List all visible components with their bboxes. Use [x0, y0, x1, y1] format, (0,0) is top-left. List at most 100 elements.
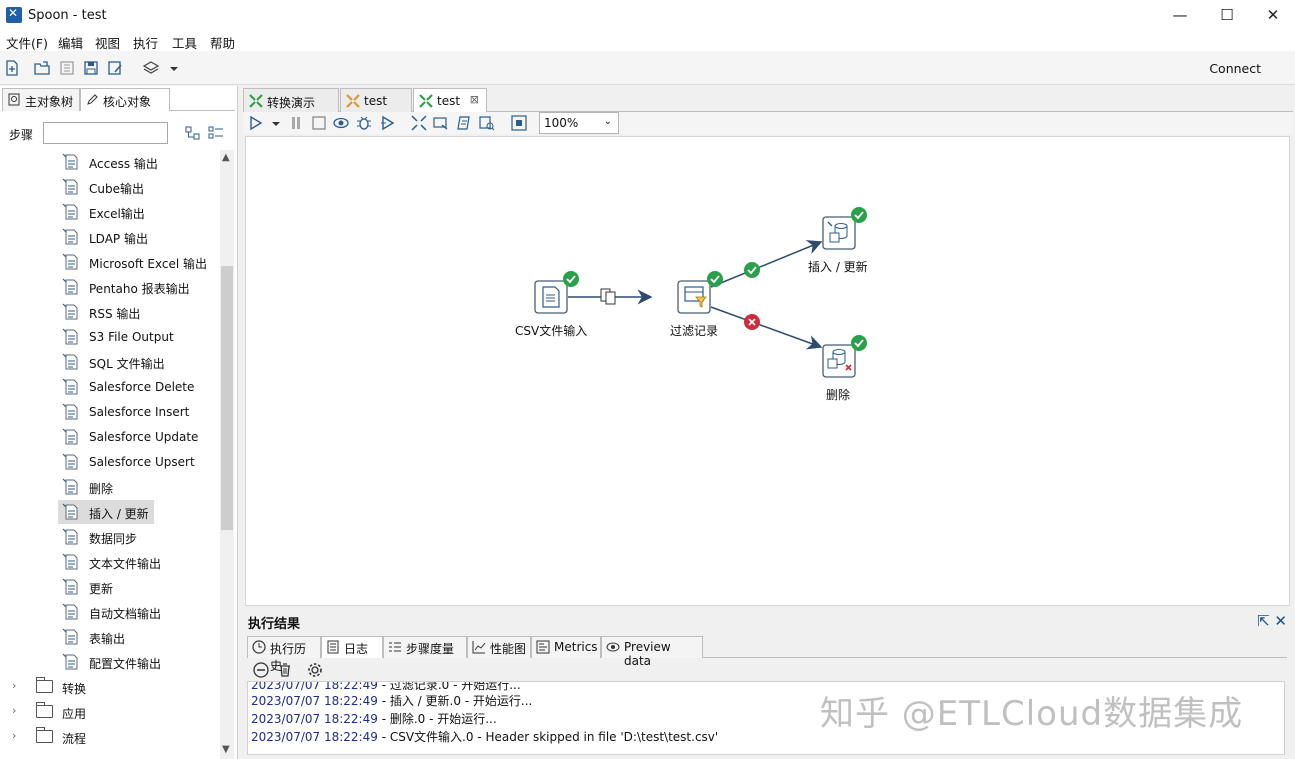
steps-search-input[interactable] — [43, 122, 168, 144]
list-item[interactable]: S3 File Output — [58, 325, 214, 349]
save-icon[interactable] — [83, 60, 99, 76]
tab-logging[interactable]: 日志 — [321, 636, 383, 658]
csv-input-node[interactable] — [534, 271, 579, 314]
filter-rows-node[interactable] — [677, 271, 723, 314]
expand-all-icon[interactable] — [185, 126, 201, 140]
run-icon[interactable] — [248, 115, 264, 131]
category-application[interactable]: › 应用 — [0, 700, 200, 724]
hop-filter-to-delete[interactable] — [710, 306, 823, 350]
list-item[interactable]: Microsoft Excel 输出 — [58, 250, 214, 274]
menu-file[interactable]: 文件(F) — [6, 33, 48, 52]
watermark: 知乎 @ETLCloud数据集成 — [820, 694, 1244, 734]
transformation-canvas[interactable]: CSV文件输入 过滤记录 插入 / 更新 删除 — [245, 136, 1290, 606]
tab-transformation-demo[interactable]: 转换演示 — [243, 88, 339, 112]
tab-view-tree[interactable]: 主对象树 — [2, 88, 80, 111]
update-icon — [62, 578, 80, 596]
metrics-icon — [536, 640, 550, 654]
trash-icon[interactable] — [277, 662, 293, 681]
chevron-down-icon[interactable] — [166, 60, 182, 76]
transformation-icon — [419, 94, 433, 108]
close-panel-icon[interactable]: ✕ — [1274, 612, 1287, 630]
open-file-icon[interactable] — [34, 60, 50, 76]
tab-metrics[interactable]: Metrics — [531, 636, 601, 658]
maximize-button[interactable]: ☐ — [1204, 4, 1250, 28]
minimize-button[interactable]: — — [1157, 4, 1203, 28]
tab-execution-history[interactable]: 执行历史 — [247, 636, 321, 673]
list-item[interactable]: Access 输出 — [58, 150, 214, 174]
collapse-all-icon[interactable] — [208, 126, 224, 140]
impact-icon[interactable] — [433, 115, 449, 131]
list-item[interactable]: 文本文件输出 — [58, 550, 214, 574]
delete-node[interactable] — [822, 335, 867, 378]
clear-log-icon[interactable] — [253, 662, 269, 681]
title-bar: Spoon - test — ☐ ✕ — [0, 0, 1295, 31]
tab-design[interactable]: 核心对象 — [80, 88, 170, 111]
close-tab-icon[interactable]: ⊠ — [470, 93, 479, 106]
sql-icon[interactable] — [456, 115, 472, 131]
connect-button[interactable]: Connect — [1209, 61, 1261, 76]
list-item[interactable]: LDAP 输出 — [58, 225, 214, 249]
step-list-scrollbar[interactable]: ▲ ▼ — [220, 150, 234, 759]
scrollbar-thumb[interactable] — [221, 266, 233, 530]
menu-edit[interactable]: 编辑 — [58, 33, 83, 52]
new-file-icon[interactable] — [4, 60, 20, 76]
access-output-icon — [62, 153, 80, 171]
list-item[interactable]: 删除 — [58, 475, 214, 499]
tab-job-test[interactable]: test — [340, 88, 412, 112]
tab-preview-data[interactable]: Preview data — [601, 636, 703, 668]
close-button[interactable]: ✕ — [1250, 4, 1295, 28]
insert-update-label: 插入 / 更新 — [808, 260, 868, 274]
preview-eye-icon[interactable] — [333, 115, 349, 131]
replay-icon[interactable] — [380, 115, 396, 131]
tab-step-metrics[interactable]: 步骤度量 — [383, 636, 467, 658]
menu-tools[interactable]: 工具 — [172, 33, 197, 52]
save-as-icon[interactable] — [107, 60, 123, 76]
list-item[interactable]: 表输出 — [58, 625, 214, 649]
list-item[interactable]: 数据同步 — [58, 525, 214, 549]
zoom-select[interactable]: 100% ⌄ — [539, 112, 619, 134]
insert-update-node[interactable] — [822, 207, 867, 250]
verify-icon[interactable] — [411, 115, 427, 131]
tab-label: 核心对象 — [103, 95, 152, 109]
list-item[interactable]: Salesforce Update — [58, 425, 214, 449]
list-item[interactable]: Salesforce Delete — [58, 375, 214, 399]
list-item[interactable]: 更新 — [58, 575, 214, 599]
log-line: 2023/07/07 18:22:49 - 插入 / 更新.0 - 开始运行..… — [251, 694, 533, 708]
explore-repository-icon[interactable] — [59, 60, 75, 76]
insert-update-icon — [62, 503, 80, 521]
stop-icon[interactable] — [311, 115, 327, 131]
list-item[interactable]: SQL 文件输出 — [58, 350, 214, 374]
chevron-down-icon: ⌄ — [603, 116, 612, 127]
menu-help[interactable]: 帮助 — [210, 33, 235, 52]
category-transform[interactable]: › 转换 — [0, 675, 200, 699]
tab-performance-graph[interactable]: 性能图 — [467, 636, 531, 658]
menu-run[interactable]: 执行 — [133, 33, 158, 52]
list-item[interactable]: 自动文档输出 — [58, 600, 214, 624]
scroll-down-icon[interactable]: ▼ — [222, 744, 230, 755]
maximize-panel-icon[interactable]: ⇱ — [1257, 612, 1270, 630]
gear-icon[interactable] — [307, 662, 323, 681]
layers-icon[interactable] — [142, 60, 160, 76]
list-item[interactable]: Cube输出 — [58, 175, 214, 199]
list-item[interactable]: RSS 输出 — [58, 300, 214, 324]
list-item[interactable]: Excel输出 — [58, 200, 214, 224]
show-grid-icon[interactable] — [511, 115, 527, 131]
hop-filter-to-insert-update[interactable] — [710, 240, 823, 288]
debug-icon[interactable] — [356, 115, 372, 131]
pause-icon[interactable] — [288, 115, 304, 131]
explore-db-icon[interactable] — [479, 115, 495, 131]
spoon-app-icon — [6, 6, 22, 23]
category-flow[interactable]: › 流程 — [0, 725, 200, 749]
list-item[interactable]: Pentaho 报表输出 — [58, 275, 214, 299]
chart-icon — [472, 640, 486, 654]
flow-graph — [534, 207, 867, 378]
scroll-up-icon[interactable]: ▲ — [222, 152, 230, 163]
run-options-chevron-icon[interactable] — [268, 115, 284, 131]
list-item-selected[interactable]: 插入 / 更新 — [58, 500, 154, 524]
config-file-output-icon — [62, 653, 80, 671]
list-item[interactable]: 配置文件输出 — [58, 650, 214, 674]
list-item[interactable]: Salesforce Insert — [58, 400, 214, 424]
tab-transformation-test[interactable]: test ⊠ — [413, 88, 487, 113]
list-item[interactable]: Salesforce Upsert — [58, 450, 214, 474]
menu-view[interactable]: 视图 — [95, 33, 120, 52]
